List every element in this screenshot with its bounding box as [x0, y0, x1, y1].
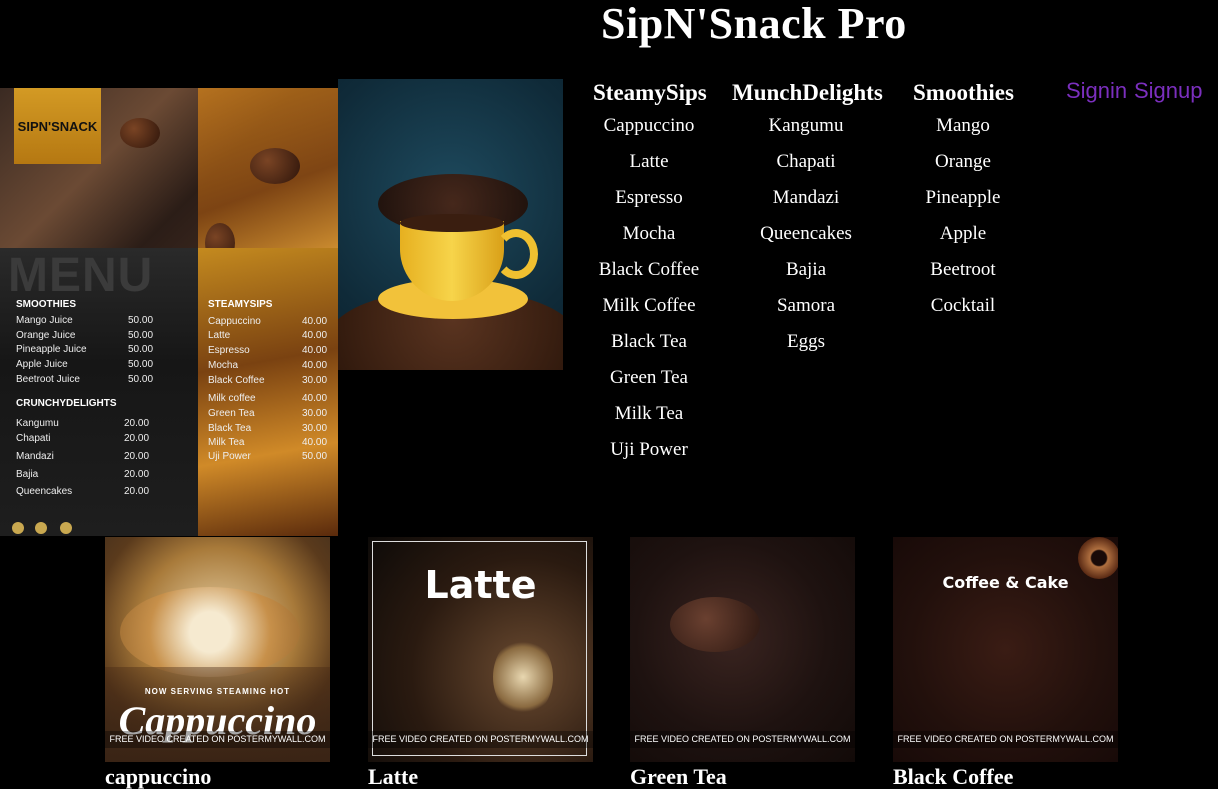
- card-overlay-title: Coffee & Cake: [942, 573, 1069, 592]
- poster-item-price: 30.00: [302, 423, 328, 434]
- poster-item-price: 50.00: [128, 329, 154, 341]
- poster-item-name: Pineapple Juice: [16, 344, 87, 356]
- product-card-green-tea[interactable]: FREE VIDEO CREATED ON POSTERMYWALL.COM G…: [630, 537, 855, 789]
- menu-item: Pineapple: [925, 187, 1001, 208]
- menu-item: Kangumu: [768, 115, 844, 136]
- poster-item-price: 50.00: [128, 373, 154, 385]
- watermark-text: FREE VIDEO CREATED ON POSTERMYWALL.COM: [368, 731, 593, 748]
- menu-item: Apple: [939, 223, 987, 244]
- poster-item-price: 20.00: [124, 418, 150, 429]
- poster-item-price: 40.00: [302, 393, 328, 404]
- latte-image: Latte FREE VIDEO CREATED ON POSTERMYWALL…: [368, 537, 593, 762]
- poster-item-price: 50.00: [302, 451, 328, 462]
- poster-item-price: 50.00: [128, 344, 154, 356]
- coffee-splash-image: [338, 79, 563, 370]
- poster-item-name: Espresso: [208, 345, 250, 356]
- menu-item: Mocha: [622, 223, 676, 244]
- poster-menu-word: MENU: [8, 249, 154, 302]
- poster-item-price: 20.00: [124, 486, 150, 497]
- poster-item-name: Orange Juice: [16, 329, 76, 341]
- black-coffee-image: Coffee & Cake FREE VIDEO CREATED ON POST…: [893, 537, 1118, 762]
- menu-item: Uji Power: [610, 439, 688, 460]
- watermark-text: FREE VIDEO CREATED ON POSTERMYWALL.COM: [630, 731, 855, 748]
- poster-smoothies-heading: SMOOTHIES: [16, 299, 77, 310]
- poster-item-name: Mango Juice: [16, 315, 73, 326]
- poster-item-name: Cappuccino: [208, 316, 261, 327]
- menu-heading: MunchDelights: [732, 80, 883, 105]
- menu-item: Black Tea: [611, 331, 687, 352]
- menu-item: Queencakes: [760, 223, 852, 244]
- poster-item-name: Bajia: [16, 469, 39, 480]
- menu-heading: Smoothies: [913, 80, 1014, 105]
- poster-item-price: 40.00: [302, 316, 328, 327]
- menu-column-steamysips: SteamySips Cappuccino Latte Espresso Mocha B…: [593, 80, 707, 468]
- menu-column-munchdelights: MunchDelights Kangumu Chapati Mandazi Queen…: [732, 80, 883, 360]
- card-tagline: NOW SERVING STEAMING HOT: [144, 687, 291, 696]
- poster-item-price: 40.00: [302, 345, 328, 356]
- poster-item-name: Mandazi: [16, 451, 54, 462]
- card-name: Latte: [368, 764, 419, 789]
- menu-item: Espresso: [615, 187, 683, 208]
- poster-crunchy-heading: CRUNCHYDELIGHTS: [16, 398, 117, 409]
- poster-item-price: 20.00: [124, 451, 150, 462]
- poster-item-price: 50.00: [128, 315, 154, 326]
- poster-item-name: Green Tea: [208, 408, 255, 419]
- poster-item-price: 30.00: [302, 408, 328, 419]
- product-card-black-coffee[interactable]: Coffee & Cake FREE VIDEO CREATED ON POST…: [893, 537, 1118, 789]
- watermark-text: FREE VIDEO CREATED ON POSTERMYWALL.COM: [893, 731, 1118, 748]
- menu-item: Mango: [936, 115, 990, 136]
- menu-item: Cappuccino: [603, 115, 695, 136]
- poster-item-price: 40.00: [302, 360, 328, 371]
- menu-item: Orange: [935, 151, 991, 172]
- poster-item-name: Milk Tea: [208, 437, 245, 448]
- poster-item-name: Uji Power: [208, 451, 251, 462]
- poster-item-name: Chapati: [16, 433, 51, 444]
- menu-item: Bajia: [785, 259, 827, 280]
- page-title: SipN'Snack Pro: [601, 0, 907, 48]
- green-tea-image: FREE VIDEO CREATED ON POSTERMYWALL.COM: [630, 537, 855, 762]
- menu-item: Eggs: [787, 331, 825, 352]
- poster-item-name: Milk coffee: [208, 393, 256, 404]
- poster-item-price: 40.00: [302, 437, 328, 448]
- poster-item-price: 50.00: [128, 359, 154, 371]
- poster-item-name: Black Tea: [208, 423, 252, 434]
- poster-item-name: Beetroot Juice: [16, 373, 80, 385]
- poster-item-name: Apple Juice: [16, 359, 68, 371]
- menu-item: Mandazi: [772, 187, 840, 208]
- poster-item-price: 30.00: [302, 375, 328, 386]
- product-card-latte[interactable]: Latte FREE VIDEO CREATED ON POSTERMYWALL…: [368, 537, 593, 789]
- poster-item-name: Kangumu: [16, 418, 59, 429]
- poster-item-price: 20.00: [124, 433, 150, 444]
- menu-item: Green Tea: [610, 367, 688, 388]
- menu-item: Beetroot: [930, 259, 996, 280]
- menu-item: Samora: [776, 295, 836, 316]
- cappuccino-image: NOW SERVING STEAMING HOT Cappuccino FREE…: [105, 537, 330, 762]
- card-name: Green Tea: [630, 764, 727, 789]
- menu-item: Chapati: [776, 151, 836, 172]
- signup-link[interactable]: Signup: [1134, 78, 1203, 104]
- menu-item: Black Coffee: [598, 259, 700, 280]
- poster-item-name: Queencakes: [16, 486, 73, 497]
- poster-item-name: Mocha: [208, 360, 239, 371]
- product-card-cappuccino[interactable]: NOW SERVING STEAMING HOT Cappuccino FREE…: [105, 537, 330, 789]
- poster-item-name: Black Coffee: [208, 375, 265, 386]
- card-overlay-title: Latte: [424, 563, 537, 607]
- menu-item: Cocktail: [930, 295, 996, 316]
- poster-item-price: 20.00: [124, 469, 150, 480]
- menu-item: Milk Coffee: [602, 295, 696, 316]
- menu-heading: SteamySips: [593, 80, 707, 105]
- card-name: Black Coffee: [893, 764, 1014, 789]
- poster-logo: SIPN'SNACK: [14, 88, 101, 164]
- menu-item: Milk Tea: [614, 403, 684, 424]
- poster-item-price: 40.00: [302, 330, 328, 341]
- poster-steamy-heading: STEAMYSIPS: [208, 299, 273, 310]
- signin-link[interactable]: Signin: [1066, 78, 1127, 104]
- card-name: cappuccino: [105, 764, 212, 789]
- watermark-text: FREE VIDEO CREATED ON POSTERMYWALL.COM: [105, 731, 330, 748]
- menu-poster-image: SIPN'SNACK MENU SMOOTHIES Mango Juice 50.…: [0, 88, 338, 536]
- poster-item-name: Latte: [208, 330, 231, 341]
- menu-column-smoothies: Smoothies Mango Orange Pineapple Apple Beetr…: [913, 80, 1014, 324]
- menu-item: Latte: [629, 151, 669, 172]
